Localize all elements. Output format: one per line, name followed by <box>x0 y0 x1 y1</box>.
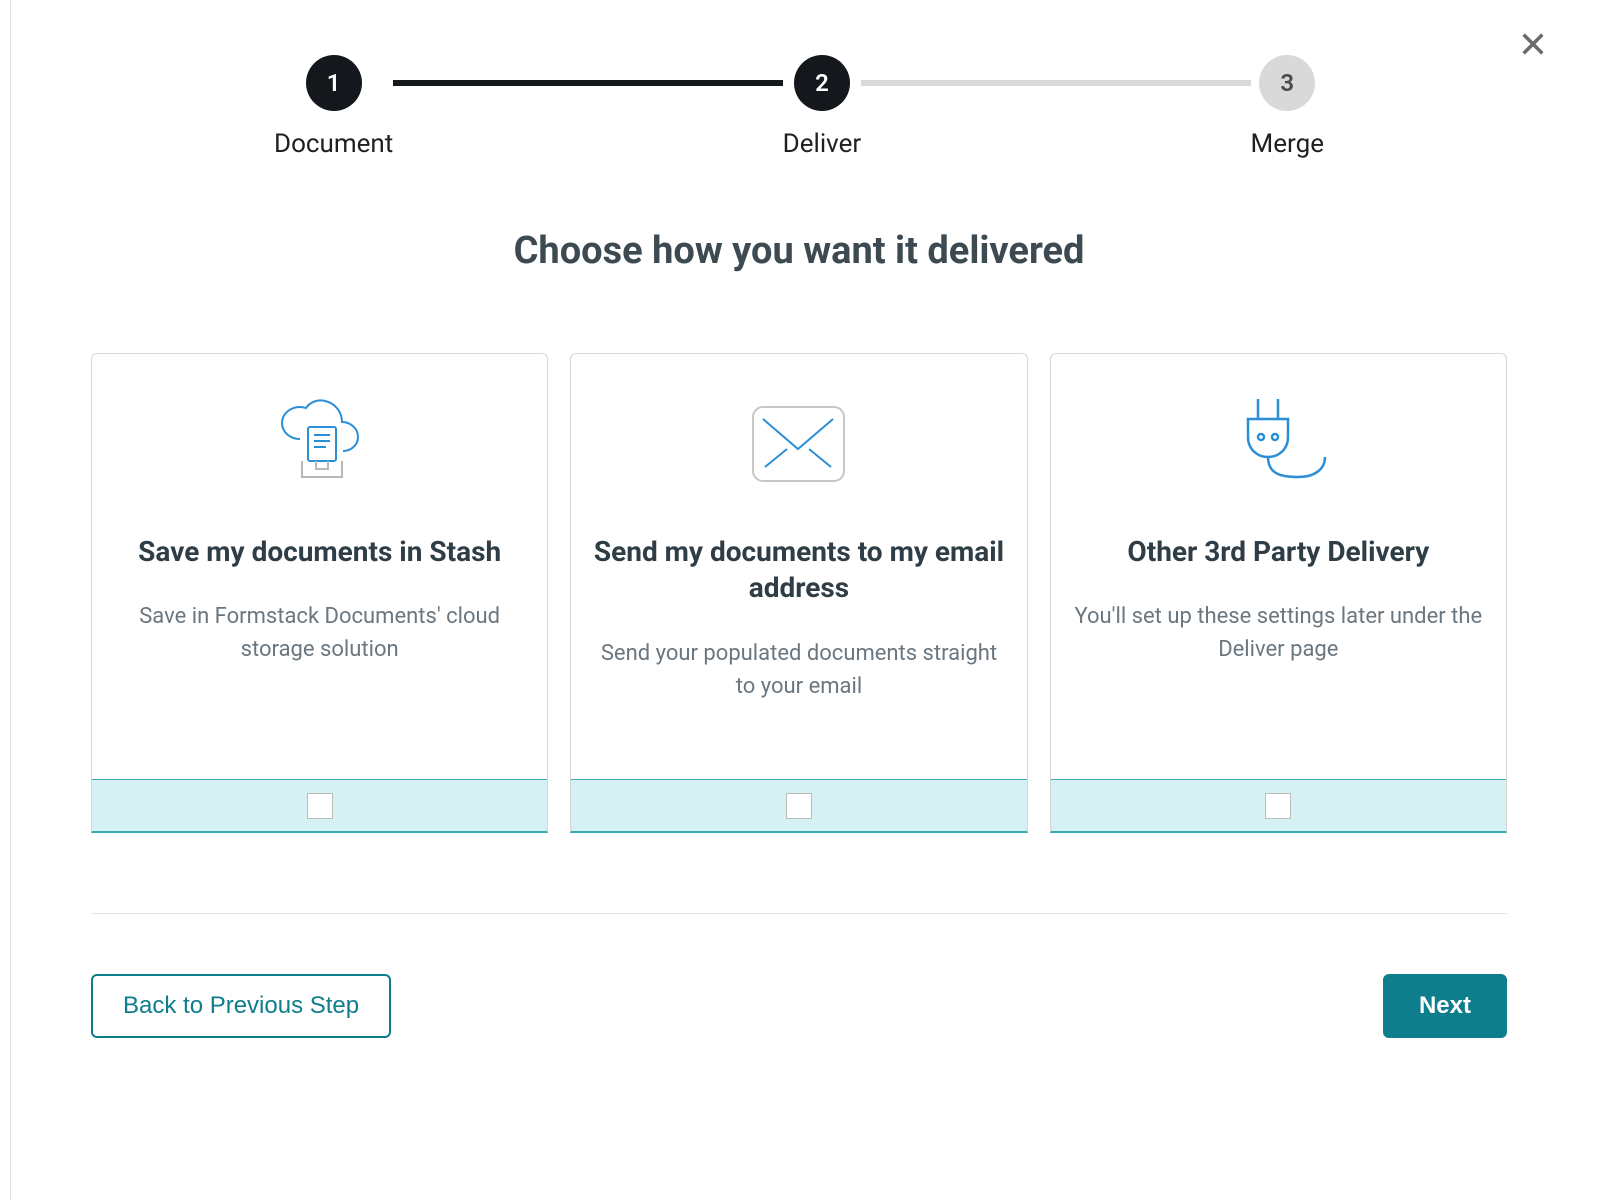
card-check-bar <box>571 779 1026 831</box>
close-button[interactable] <box>1519 30 1547 62</box>
step-deliver: 2 Deliver <box>783 55 862 159</box>
divider <box>91 913 1507 914</box>
back-button[interactable]: Back to Previous Step <box>91 974 391 1038</box>
card-body: Save my documents in Stash Save in Forms… <box>92 354 547 779</box>
stash-checkbox[interactable] <box>307 793 333 819</box>
step-circle-3: 3 <box>1259 55 1315 111</box>
step-circle-2: 2 <box>794 55 850 111</box>
card-desc: Send your populated documents straight t… <box>591 637 1006 703</box>
step-label-2: Deliver <box>783 129 862 159</box>
step-label-3: Merge <box>1251 129 1324 159</box>
wizard-modal: 1 Document 2 Deliver 3 Merge Choose how … <box>10 0 1587 1200</box>
card-check-bar <box>92 779 547 831</box>
plug-icon <box>1223 394 1333 494</box>
delivery-options: Save my documents in Stash Save in Forms… <box>91 353 1507 833</box>
cloud-document-icon <box>270 394 370 494</box>
card-check-bar <box>1051 779 1506 831</box>
footer: Back to Previous Step Next <box>91 974 1507 1038</box>
card-stash[interactable]: Save my documents in Stash Save in Forms… <box>91 353 548 833</box>
card-body: Other 3rd Party Delivery You'll set up t… <box>1051 354 1506 779</box>
step-merge: 3 Merge <box>1251 55 1324 159</box>
card-desc: Save in Formstack Documents' cloud stora… <box>112 600 527 666</box>
next-button[interactable]: Next <box>1383 974 1507 1038</box>
thirdparty-checkbox[interactable] <box>1265 793 1291 819</box>
card-desc: You'll set up these settings later under… <box>1071 600 1486 666</box>
card-thirdparty[interactable]: Other 3rd Party Delivery You'll set up t… <box>1050 353 1507 833</box>
card-body: Send my documents to my email address Se… <box>571 354 1026 779</box>
card-title: Save my documents in Stash <box>138 534 501 570</box>
stepper: 1 Document 2 Deliver 3 Merge <box>274 55 1324 159</box>
email-checkbox[interactable] <box>786 793 812 819</box>
step-connector-1 <box>393 80 782 86</box>
step-document: 1 Document <box>274 55 393 159</box>
card-email[interactable]: Send my documents to my email address Se… <box>570 353 1027 833</box>
close-icon <box>1519 30 1547 58</box>
envelope-icon <box>751 394 846 494</box>
step-circle-1: 1 <box>306 55 362 111</box>
card-title: Other 3rd Party Delivery <box>1127 534 1429 570</box>
step-label-1: Document <box>274 129 393 159</box>
card-title: Send my documents to my email address <box>591 534 1006 607</box>
step-connector-2 <box>861 80 1250 86</box>
page-title: Choose how you want it delivered <box>91 229 1507 273</box>
